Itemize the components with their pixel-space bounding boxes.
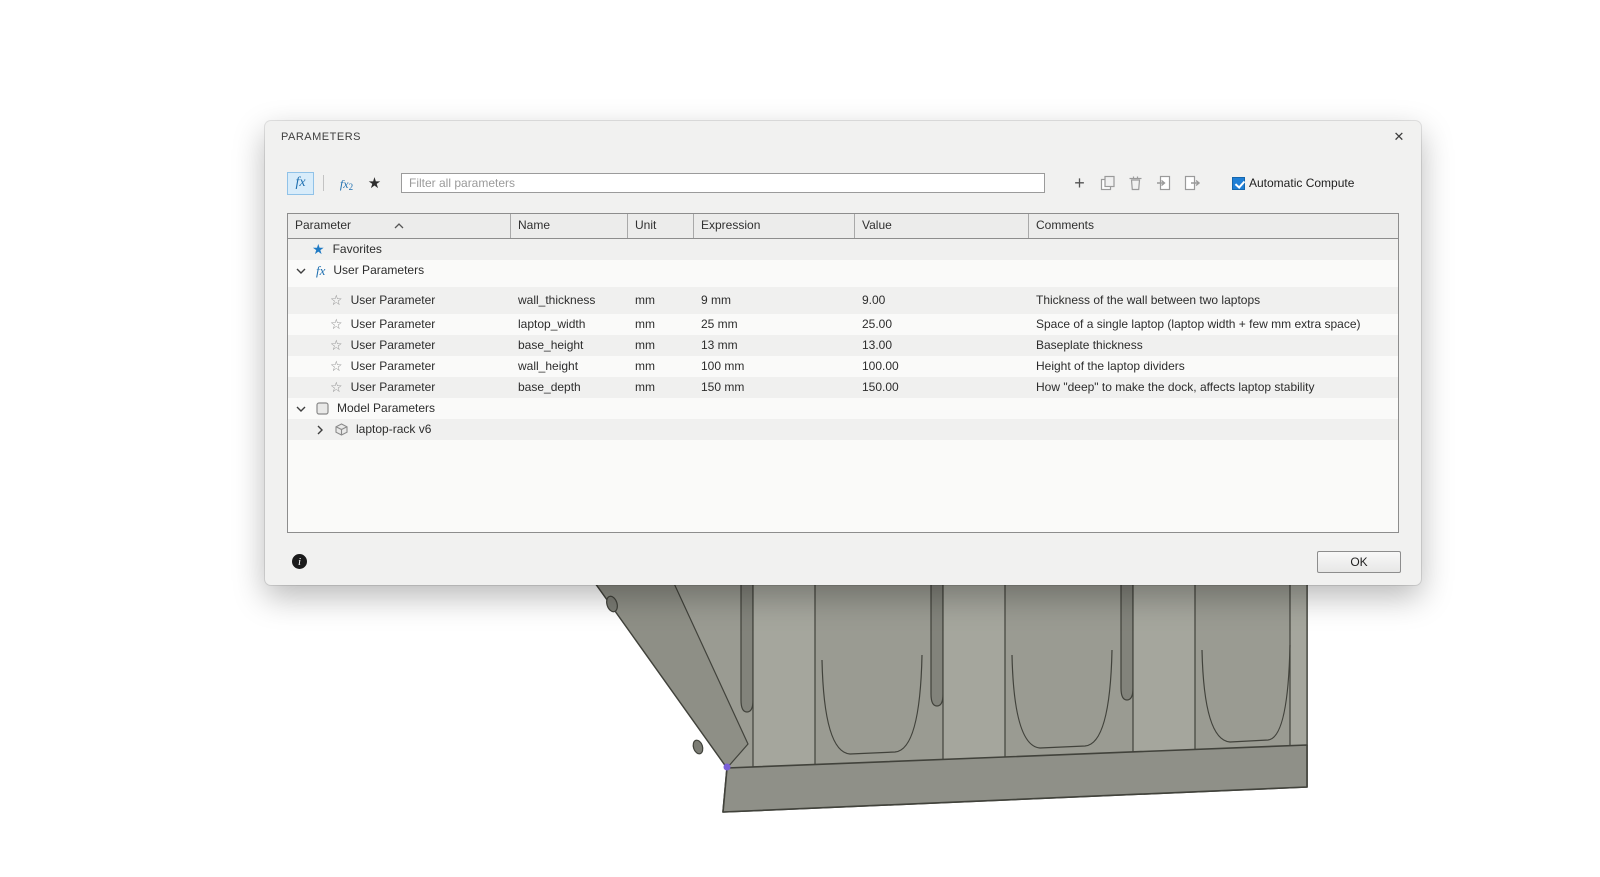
param-value: 25.00: [862, 317, 893, 331]
automatic-compute-checkbox[interactable]: [1232, 176, 1245, 190]
param-name: wall_thickness: [518, 293, 596, 307]
chevron-down-icon[interactable]: [295, 406, 307, 412]
favorite-toggle-star-icon[interactable]: ☆: [330, 287, 343, 314]
trash-icon: [1129, 176, 1142, 191]
param-expression[interactable]: 9 mm: [694, 287, 855, 314]
fx-icon: fx: [316, 263, 326, 278]
table-row-laptop-width[interactable]: ☆ User Parameter laptop_width mm 25 mm 2…: [288, 314, 1398, 335]
column-header-unit[interactable]: Unit: [628, 214, 694, 238]
delete-parameter-button[interactable]: [1126, 173, 1145, 193]
param-unit: mm: [635, 317, 655, 331]
param-expression[interactable]: 150 mm: [694, 377, 855, 398]
import-parameters-button[interactable]: [1154, 173, 1173, 193]
derived-parameter-fx2-button[interactable]: fx 2: [333, 172, 360, 195]
param-expression[interactable]: 25 mm: [694, 314, 855, 335]
import-icon: [1156, 175, 1170, 191]
chevron-down-icon[interactable]: [295, 268, 307, 274]
param-unit: mm: [635, 338, 655, 352]
param-expression[interactable]: 100 mm: [694, 356, 855, 377]
model-parameters-label: Model Parameters: [337, 401, 436, 415]
automatic-compute-group: Automatic Compute: [1232, 176, 1354, 190]
param-value: 13.00: [862, 338, 893, 352]
favorites-label: Favorites: [332, 242, 382, 256]
filter-parameters-input[interactable]: [401, 173, 1045, 193]
param-name: wall_height: [518, 359, 579, 373]
duplicate-parameter-button[interactable]: [1098, 173, 1117, 193]
table-row-model-parameters-group[interactable]: Model Parameters: [288, 398, 1398, 419]
table-row-wall-thickness[interactable]: ☆ User Parameter wall_thickness mm 9 mm …: [288, 287, 1398, 314]
param-value: 9.00: [862, 293, 886, 307]
model-parameters-icon: [316, 402, 329, 415]
param-name: base_depth: [518, 380, 581, 394]
param-value: 100.00: [862, 359, 899, 373]
favorites-star-icon: ★: [312, 241, 325, 257]
favorite-toggle-star-icon[interactable]: ☆: [330, 377, 343, 398]
info-icon[interactable]: i: [292, 554, 307, 569]
star-icon: ★: [367, 175, 382, 192]
component-label: laptop-rack v6: [356, 422, 432, 436]
favorite-toggle-star-icon[interactable]: ☆: [330, 314, 343, 335]
table-body: ★ Favorites fx User Parameters ☆ User Pa…: [288, 239, 1398, 440]
column-header-expression[interactable]: Expression: [694, 214, 855, 238]
favorites-filter-button[interactable]: ★: [363, 172, 386, 195]
copy-icon: [1100, 175, 1115, 191]
automatic-compute-label: Automatic Compute: [1249, 176, 1355, 190]
plus-icon: +: [1074, 173, 1085, 193]
dialog-title: PARAMETERS: [281, 131, 361, 143]
user-parameters-label: User Parameters: [333, 263, 425, 277]
param-value: 150.00: [862, 380, 899, 394]
table-row-base-depth[interactable]: ☆ User Parameter base_depth mm 150 mm 15…: [288, 377, 1398, 398]
ok-button[interactable]: OK: [1317, 551, 1401, 573]
toolbar-actions: +: [1070, 173, 1210, 193]
user-parameter-fx-button[interactable]: fx: [287, 171, 314, 195]
param-unit: mm: [635, 359, 655, 373]
param-comment[interactable]: Space of a single laptop (laptop width +…: [1029, 314, 1398, 335]
parameters-dialog: PARAMETERS ✕ fx fx2 ★ +: [265, 121, 1421, 585]
fx2-subscript: 2: [348, 181, 354, 192]
param-comment[interactable]: Baseplate thickness: [1029, 335, 1398, 356]
column-header-name[interactable]: Name: [511, 214, 628, 238]
param-expression[interactable]: 13 mm: [694, 335, 855, 356]
table-row-component-laptop-rack[interactable]: laptop-rack v6: [288, 419, 1398, 440]
table-row-favorites[interactable]: ★ Favorites: [288, 239, 1398, 260]
param-comment[interactable]: Thickness of the wall between two laptop…: [1029, 287, 1398, 314]
column-header-value[interactable]: Value: [855, 214, 1029, 238]
fx-icon: fx: [295, 175, 306, 190]
param-name: base_height: [518, 338, 584, 352]
component-icon: [335, 423, 348, 436]
export-parameters-button[interactable]: [1182, 173, 1201, 193]
fx2-icon: fx: [339, 176, 349, 191]
column-header-comments[interactable]: Comments: [1029, 214, 1398, 238]
close-icon[interactable]: ✕: [1389, 127, 1409, 147]
favorite-toggle-star-icon[interactable]: ☆: [330, 356, 343, 377]
param-unit: mm: [635, 293, 655, 307]
chevron-right-icon[interactable]: [314, 425, 326, 435]
sort-ascending-icon: [394, 214, 404, 237]
add-parameter-button[interactable]: +: [1070, 173, 1089, 193]
table-row-user-parameters-group[interactable]: fx User Parameters: [288, 260, 1398, 281]
param-unit: mm: [635, 380, 655, 394]
param-comment[interactable]: How "deep" to make the dock, affects lap…: [1029, 377, 1398, 398]
toolbar-divider: [323, 175, 324, 191]
table-header: Parameter Name Unit Expression Value Com…: [288, 214, 1398, 239]
param-name: laptop_width: [518, 317, 586, 331]
parameters-toolbar: fx fx2 ★ +: [287, 171, 1399, 195]
column-header-parameter[interactable]: Parameter: [288, 214, 511, 238]
table-row-wall-height[interactable]: ☆ User Parameter wall_height mm 100 mm 1…: [288, 356, 1398, 377]
export-icon: [1184, 175, 1200, 191]
table-row-base-height[interactable]: ☆ User Parameter base_height mm 13 mm 13…: [288, 335, 1398, 356]
origin-point: [723, 763, 731, 771]
favorite-toggle-star-icon[interactable]: ☆: [330, 335, 343, 356]
param-comment[interactable]: Height of the laptop dividers: [1029, 356, 1398, 377]
parameters-table: Parameter Name Unit Expression Value Com…: [287, 213, 1399, 533]
